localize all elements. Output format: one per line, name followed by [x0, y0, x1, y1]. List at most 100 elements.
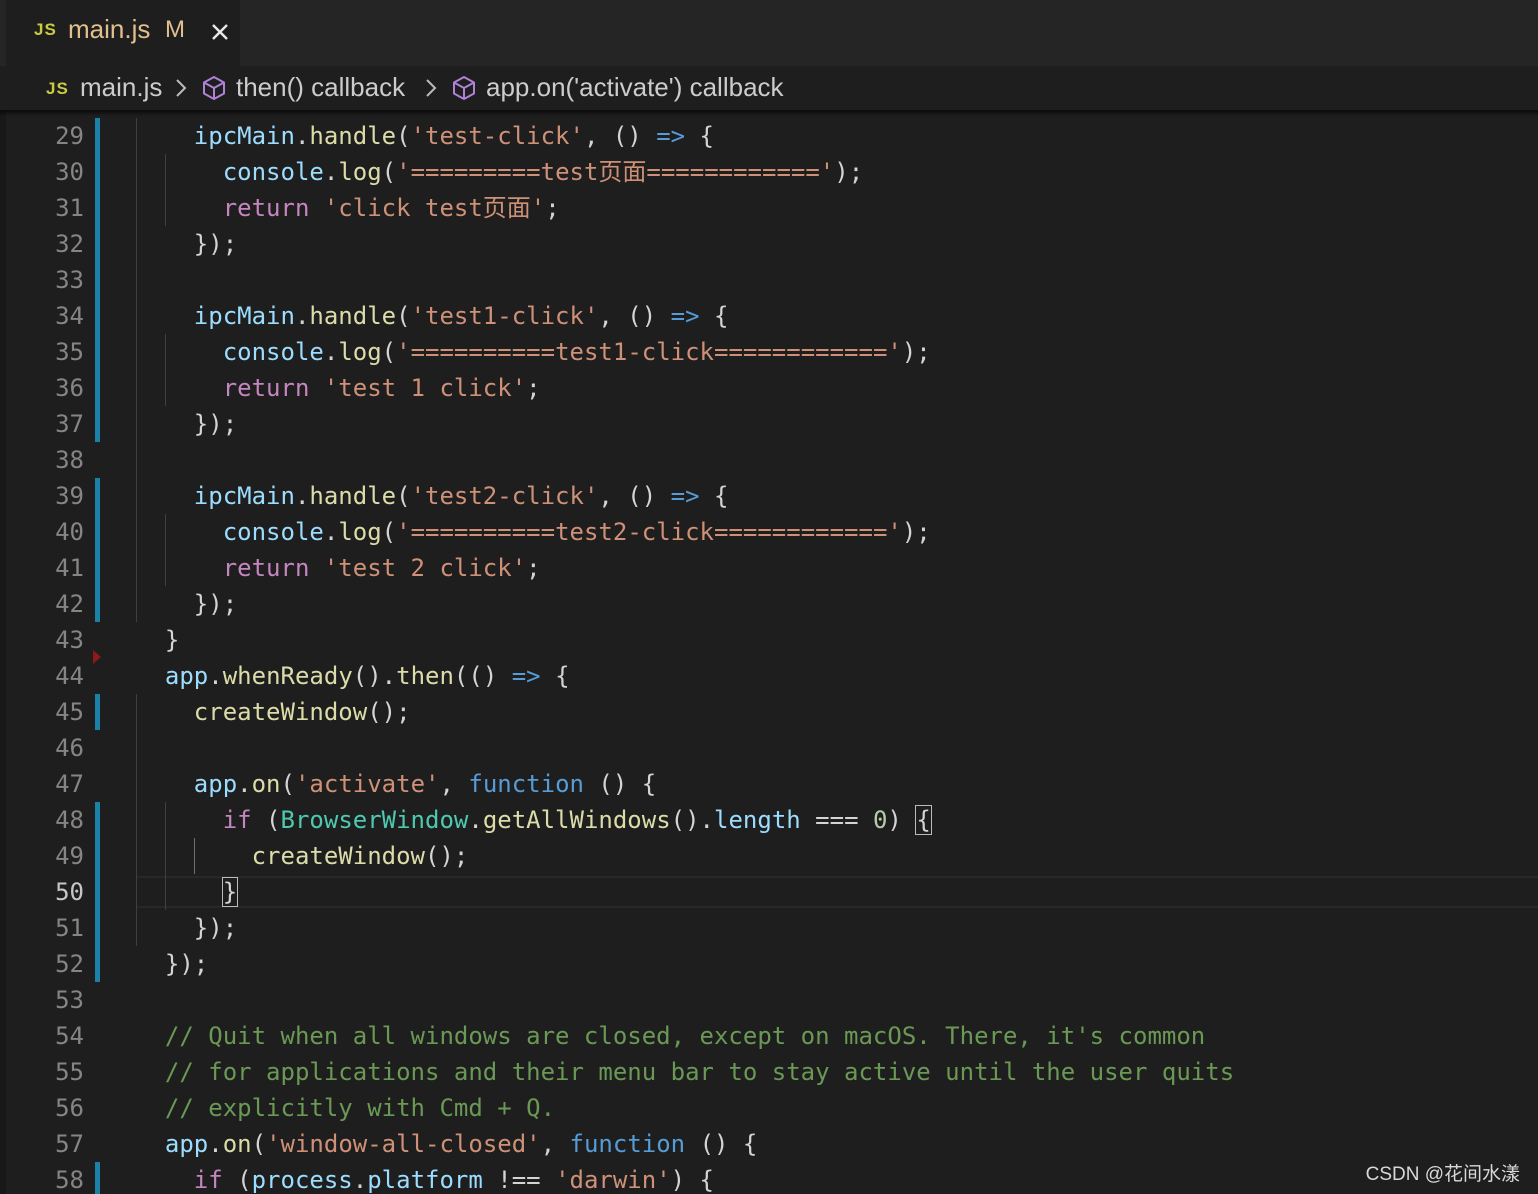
code-text: createWindow();: [251, 842, 469, 870]
git-modified-indicator[interactable]: [95, 190, 100, 226]
close-icon[interactable]: [206, 18, 234, 46]
git-modified-indicator[interactable]: [95, 298, 100, 334]
code-line[interactable]: 30 console.log('=========test页面=========…: [0, 154, 1538, 190]
line-number: 35: [55, 338, 84, 366]
git-modified-indicator[interactable]: [95, 154, 100, 190]
code-text: app.on('activate', function () {: [193, 770, 657, 798]
code-text: // Quit when all windows are closed, exc…: [164, 1022, 1206, 1050]
code-line[interactable]: 55 // for applications and their menu ba…: [0, 1054, 1538, 1090]
watermark: CSDN @花间水漾: [1365, 1164, 1520, 1185]
git-modified-indicator[interactable]: [95, 910, 100, 946]
git-modified-indicator[interactable]: [95, 118, 100, 154]
git-modified-indicator[interactable]: [95, 226, 100, 262]
code-line[interactable]: 32 });: [0, 226, 1538, 262]
git-modified-indicator[interactable]: [95, 334, 100, 370]
code-line[interactable]: 45 createWindow();: [0, 694, 1538, 730]
indent-guide: [136, 118, 137, 622]
code-text: });: [136, 590, 238, 618]
git-modified-indicator[interactable]: [95, 586, 100, 622]
code-editor[interactable]: 29 ipcMain.handle('test-click', () => {3…: [0, 110, 1538, 1194]
code-line[interactable]: 37 });: [0, 406, 1538, 442]
line-number: 46: [55, 734, 84, 762]
code-line[interactable]: 31 return 'click test页面';: [0, 190, 1538, 226]
indent-guide: [164, 334, 166, 406]
line-number: 34: [55, 302, 84, 330]
code-text: ipcMain.handle('test1-click', () => {: [193, 302, 729, 330]
git-modified-indicator[interactable]: [95, 838, 100, 874]
line-number: 33: [55, 266, 84, 294]
git-modified-indicator[interactable]: [95, 370, 100, 406]
code-text: return 'test 1 click';: [222, 374, 541, 402]
line-number: 53: [55, 986, 84, 1014]
current-line-highlight: [136, 876, 1538, 908]
breadcrumb-symbol-then[interactable]: then() callback: [236, 72, 405, 103]
code-line[interactable]: 39 ipcMain.handle('test2-click', () => {: [0, 478, 1538, 514]
code-text: if (process.platform !== 'darwin') {: [193, 1166, 715, 1194]
git-modified-indicator[interactable]: [95, 802, 100, 838]
code-line[interactable]: 46: [0, 730, 1538, 766]
code-line[interactable]: 38: [0, 442, 1538, 478]
git-modified-indicator[interactable]: [95, 694, 100, 730]
code-text: // for applications and their menu bar t…: [164, 1058, 1235, 1086]
indent-guide: [164, 802, 166, 910]
code-line[interactable]: 54 // Quit when all windows are closed, …: [0, 1018, 1538, 1054]
line-number: 30: [55, 158, 84, 186]
code-line[interactable]: 40 console.log('==========test2-click===…: [0, 514, 1538, 550]
code-line[interactable]: 47 app.on('activate', function () {: [0, 766, 1538, 802]
breadcrumb-file[interactable]: main.js: [80, 72, 162, 103]
code-text: }: [221, 877, 239, 907]
line-number: 48: [55, 806, 84, 834]
tab-main-js[interactable]: JS main.js M: [6, 0, 240, 66]
git-modified-indicator[interactable]: [95, 946, 100, 982]
code-text: app.whenReady().then(() => {: [164, 662, 570, 690]
code-line[interactable]: 42 });: [0, 586, 1538, 622]
line-number: 55: [55, 1058, 84, 1086]
line-number: 47: [55, 770, 84, 798]
code-line[interactable]: 33: [0, 262, 1538, 298]
line-number: 40: [55, 518, 84, 546]
line-number: 44: [55, 662, 84, 690]
code-line[interactable]: 51 });: [0, 910, 1538, 946]
git-modified-indicator[interactable]: [95, 406, 100, 442]
line-number: 42: [55, 590, 84, 618]
git-modified-indicator[interactable]: [95, 514, 100, 550]
indent-guide: [136, 694, 137, 946]
line-number: 49: [55, 842, 84, 870]
code-line[interactable]: 57 app.on('window-all-closed', function …: [0, 1126, 1538, 1162]
line-number: 56: [55, 1094, 84, 1122]
code-text: if (BrowserWindow.getAllWindows().length…: [222, 805, 932, 835]
code-line[interactable]: 34 ipcMain.handle('test1-click', () => {: [0, 298, 1538, 334]
line-number: 51: [55, 914, 84, 942]
code-line[interactable]: 48 if (BrowserWindow.getAllWindows().len…: [0, 802, 1538, 838]
code-line[interactable]: 52 });: [0, 946, 1538, 982]
javascript-file-icon: JS: [46, 79, 69, 98]
git-modified-indicator[interactable]: [95, 550, 100, 586]
code-line[interactable]: 35 console.log('==========test1-click===…: [0, 334, 1538, 370]
git-modified-indicator[interactable]: [95, 478, 100, 514]
code-text: });: [136, 950, 209, 978]
code-line[interactable]: 44 app.whenReady().then(() => {: [0, 658, 1538, 694]
indent-guide: [193, 838, 195, 874]
git-modified-indicator[interactable]: [95, 874, 100, 910]
code-text: console.log('==========test1-click======…: [222, 338, 931, 366]
code-line[interactable]: 49 createWindow();: [0, 838, 1538, 874]
code-line[interactable]: 50 }: [0, 874, 1538, 910]
indent-guide: [164, 514, 166, 586]
code-line[interactable]: 58 if (process.platform !== 'darwin') {: [0, 1162, 1538, 1194]
symbol-method-icon: [453, 76, 475, 100]
breadcrumb-symbol-activate[interactable]: app.on('activate') callback: [486, 72, 784, 103]
line-number: 32: [55, 230, 84, 258]
code-line[interactable]: 43 }: [0, 622, 1538, 658]
code-text: });: [136, 230, 238, 258]
chevron-right-icon: [426, 79, 437, 97]
code-text: ipcMain.handle('test2-click', () => {: [193, 482, 729, 510]
code-line[interactable]: 53: [0, 982, 1538, 1018]
git-modified-indicator[interactable]: [95, 1162, 100, 1194]
code-line[interactable]: 41 return 'test 2 click';: [0, 550, 1538, 586]
code-line[interactable]: 29 ipcMain.handle('test-click', () => {: [0, 118, 1538, 154]
code-text: console.log('==========test2-click======…: [222, 518, 931, 546]
line-number: 31: [55, 194, 84, 222]
git-modified-indicator[interactable]: [95, 262, 100, 298]
code-line[interactable]: 56 // explicitly with Cmd + Q.: [0, 1090, 1538, 1126]
code-line[interactable]: 36 return 'test 1 click';: [0, 370, 1538, 406]
